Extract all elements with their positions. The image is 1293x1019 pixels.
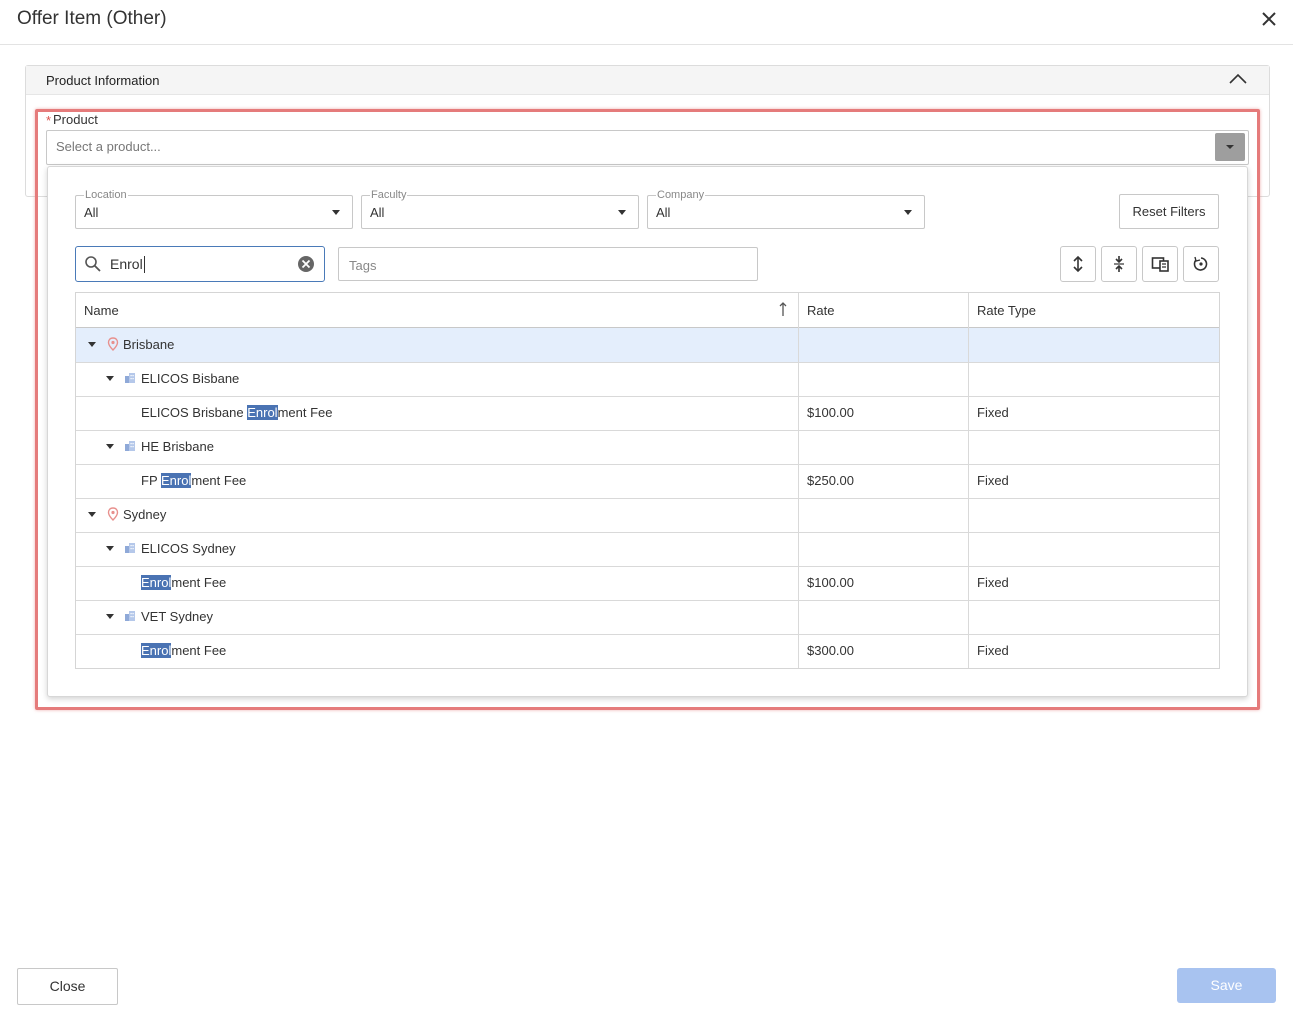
highlight-frame (35, 109, 1260, 710)
dialog-title: Offer Item (Other) (17, 8, 167, 29)
save-button[interactable]: Save (1177, 968, 1276, 1003)
section-header[interactable]: Product Information (26, 66, 1269, 95)
close-icon[interactable] (1258, 8, 1280, 30)
header-divider (0, 44, 1293, 45)
close-button[interactable]: Close (17, 968, 118, 1005)
chevron-up-icon[interactable] (1228, 72, 1248, 86)
section-title: Product Information (46, 73, 160, 88)
